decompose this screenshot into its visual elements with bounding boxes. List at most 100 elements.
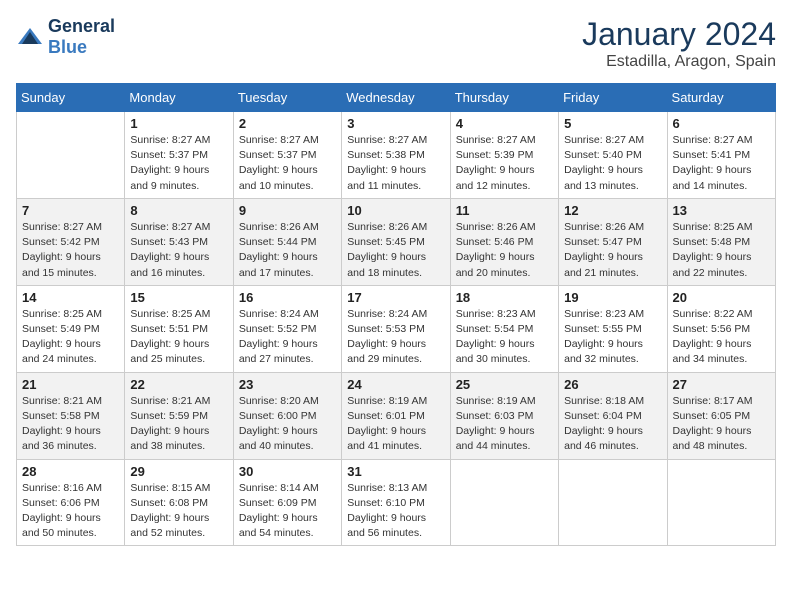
day-number: 11 xyxy=(456,203,553,218)
calendar-cell xyxy=(559,459,667,546)
day-info: Sunrise: 8:17 AMSunset: 6:05 PMDaylight:… xyxy=(673,394,770,455)
calendar-week-row: 1 Sunrise: 8:27 AMSunset: 5:37 PMDaylight… xyxy=(17,112,776,199)
day-info: Sunrise: 8:24 AMSunset: 5:52 PMDaylight:… xyxy=(239,307,336,368)
col-header-thursday: Thursday xyxy=(450,84,558,112)
calendar-cell: 22 Sunrise: 8:21 AMSunset: 5:59 PMDayligh… xyxy=(125,372,233,459)
calendar-cell: 19 Sunrise: 8:23 AMSunset: 5:55 PMDayligh… xyxy=(559,285,667,372)
calendar-cell: 28Sunrise: 8:16 AMSunset: 6:06 PMDayligh… xyxy=(17,459,125,546)
day-info: Sunrise: 8:24 AMSunset: 5:53 PMDaylight:… xyxy=(347,307,444,368)
calendar-cell: 11 Sunrise: 8:26 AMSunset: 5:46 PMDayligh… xyxy=(450,198,558,285)
day-number: 18 xyxy=(456,290,553,305)
logo-blue: Blue xyxy=(48,37,87,57)
day-number: 24 xyxy=(347,377,444,392)
calendar-cell: 3Sunrise: 8:27 AMSunset: 5:38 PMDaylight… xyxy=(342,112,450,199)
day-info: Sunrise: 8:13 AMSunset: 6:10 PMDaylight:… xyxy=(347,481,444,542)
day-info: Sunrise: 8:26 AMSunset: 5:47 PMDaylight:… xyxy=(564,220,661,281)
day-number: 22 xyxy=(130,377,227,392)
calendar-week-row: 21 Sunrise: 8:21 AMSunset: 5:58 PMDayligh… xyxy=(17,372,776,459)
calendar-cell: 16Sunrise: 8:24 AMSunset: 5:52 PMDayligh… xyxy=(233,285,341,372)
calendar-week-row: 7 Sunrise: 8:27 AMSunset: 5:42 PMDaylight… xyxy=(17,198,776,285)
day-info: Sunrise: 8:21 AMSunset: 5:59 PMDaylight:… xyxy=(130,394,227,455)
calendar-cell: 27 Sunrise: 8:17 AMSunset: 6:05 PMDayligh… xyxy=(667,372,775,459)
calendar-week-row: 14 Sunrise: 8:25 AMSunset: 5:49 PMDayligh… xyxy=(17,285,776,372)
calendar-cell: 7 Sunrise: 8:27 AMSunset: 5:42 PMDaylight… xyxy=(17,198,125,285)
calendar-cell: 4 Sunrise: 8:27 AMSunset: 5:39 PMDaylight… xyxy=(450,112,558,199)
col-header-tuesday: Tuesday xyxy=(233,84,341,112)
col-header-monday: Monday xyxy=(125,84,233,112)
day-number: 14 xyxy=(22,290,119,305)
day-number: 20 xyxy=(673,290,770,305)
day-number: 19 xyxy=(564,290,661,305)
day-info: Sunrise: 8:18 AMSunset: 6:04 PMDaylight:… xyxy=(564,394,661,455)
day-number: 10 xyxy=(347,203,444,218)
day-number: 15 xyxy=(130,290,227,305)
day-info: Sunrise: 8:26 AMSunset: 5:44 PMDaylight:… xyxy=(239,220,336,281)
day-info: Sunrise: 8:26 AMSunset: 5:45 PMDaylight:… xyxy=(347,220,444,281)
day-number: 12 xyxy=(564,203,661,218)
day-number: 7 xyxy=(22,203,119,218)
day-info: Sunrise: 8:25 AMSunset: 5:51 PMDaylight:… xyxy=(130,307,227,368)
day-number: 27 xyxy=(673,377,770,392)
calendar-cell: 30Sunrise: 8:14 AMSunset: 6:09 PMDayligh… xyxy=(233,459,341,546)
day-info: Sunrise: 8:27 AMSunset: 5:39 PMDaylight:… xyxy=(456,133,553,194)
day-number: 25 xyxy=(456,377,553,392)
day-number: 21 xyxy=(22,377,119,392)
calendar-cell: 21 Sunrise: 8:21 AMSunset: 5:58 PMDayligh… xyxy=(17,372,125,459)
day-info: Sunrise: 8:25 AMSunset: 5:48 PMDaylight:… xyxy=(673,220,770,281)
calendar-cell: 13 Sunrise: 8:25 AMSunset: 5:48 PMDayligh… xyxy=(667,198,775,285)
page-header: General Blue January 2024 Estadilla, Ara… xyxy=(16,16,776,71)
calendar-cell: 31 Sunrise: 8:13 AMSunset: 6:10 PMDayligh… xyxy=(342,459,450,546)
calendar-cell: 2Sunrise: 8:27 AMSunset: 5:37 PMDaylight… xyxy=(233,112,341,199)
calendar-cell: 10 Sunrise: 8:26 AMSunset: 5:45 PMDayligh… xyxy=(342,198,450,285)
day-info: Sunrise: 8:14 AMSunset: 6:09 PMDaylight:… xyxy=(239,481,336,542)
day-info: Sunrise: 8:27 AMSunset: 5:43 PMDaylight:… xyxy=(130,220,227,281)
day-info: Sunrise: 8:23 AMSunset: 5:55 PMDaylight:… xyxy=(564,307,661,368)
day-info: Sunrise: 8:21 AMSunset: 5:58 PMDaylight:… xyxy=(22,394,119,455)
calendar-cell: 17 Sunrise: 8:24 AMSunset: 5:53 PMDayligh… xyxy=(342,285,450,372)
day-info: Sunrise: 8:20 AMSunset: 6:00 PMDaylight:… xyxy=(239,394,336,455)
logo-icon xyxy=(16,26,44,48)
day-number: 29 xyxy=(130,464,227,479)
day-info: Sunrise: 8:23 AMSunset: 5:54 PMDaylight:… xyxy=(456,307,553,368)
day-info: Sunrise: 8:19 AMSunset: 6:03 PMDaylight:… xyxy=(456,394,553,455)
logo: General Blue xyxy=(16,16,115,58)
logo-general: General xyxy=(48,16,115,36)
day-number: 5 xyxy=(564,116,661,131)
day-number: 4 xyxy=(456,116,553,131)
location-title: Estadilla, Aragon, Spain xyxy=(582,53,776,71)
col-header-wednesday: Wednesday xyxy=(342,84,450,112)
calendar-cell xyxy=(450,459,558,546)
calendar-cell: 29 Sunrise: 8:15 AMSunset: 6:08 PMDayligh… xyxy=(125,459,233,546)
calendar-cell: 6 Sunrise: 8:27 AMSunset: 5:41 PMDaylight… xyxy=(667,112,775,199)
calendar-cell: 5Sunrise: 8:27 AMSunset: 5:40 PMDaylight… xyxy=(559,112,667,199)
calendar-cell: 24Sunrise: 8:19 AMSunset: 6:01 PMDayligh… xyxy=(342,372,450,459)
day-info: Sunrise: 8:27 AMSunset: 5:38 PMDaylight:… xyxy=(347,133,444,194)
col-header-sunday: Sunday xyxy=(17,84,125,112)
day-number: 28 xyxy=(22,464,119,479)
calendar-cell: 14 Sunrise: 8:25 AMSunset: 5:49 PMDayligh… xyxy=(17,285,125,372)
calendar-cell: 20Sunrise: 8:22 AMSunset: 5:56 PMDayligh… xyxy=(667,285,775,372)
day-number: 9 xyxy=(239,203,336,218)
calendar-cell: 12 Sunrise: 8:26 AMSunset: 5:47 PMDayligh… xyxy=(559,198,667,285)
day-number: 31 xyxy=(347,464,444,479)
day-info: Sunrise: 8:15 AMSunset: 6:08 PMDaylight:… xyxy=(130,481,227,542)
day-number: 26 xyxy=(564,377,661,392)
day-info: Sunrise: 8:27 AMSunset: 5:42 PMDaylight:… xyxy=(22,220,119,281)
day-info: Sunrise: 8:27 AMSunset: 5:37 PMDaylight:… xyxy=(130,133,227,194)
calendar-cell: 18 Sunrise: 8:23 AMSunset: 5:54 PMDayligh… xyxy=(450,285,558,372)
calendar-week-row: 28Sunrise: 8:16 AMSunset: 6:06 PMDayligh… xyxy=(17,459,776,546)
calendar-cell xyxy=(667,459,775,546)
calendar-cell: 8Sunrise: 8:27 AMSunset: 5:43 PMDaylight… xyxy=(125,198,233,285)
day-number: 1 xyxy=(130,116,227,131)
day-info: Sunrise: 8:26 AMSunset: 5:46 PMDaylight:… xyxy=(456,220,553,281)
calendar-table: SundayMondayTuesdayWednesdayThursdayFrid… xyxy=(16,83,776,546)
calendar-cell: 23Sunrise: 8:20 AMSunset: 6:00 PMDayligh… xyxy=(233,372,341,459)
calendar-cell: 15 Sunrise: 8:25 AMSunset: 5:51 PMDayligh… xyxy=(125,285,233,372)
day-number: 6 xyxy=(673,116,770,131)
day-number: 2 xyxy=(239,116,336,131)
col-header-saturday: Saturday xyxy=(667,84,775,112)
day-info: Sunrise: 8:25 AMSunset: 5:49 PMDaylight:… xyxy=(22,307,119,368)
day-number: 17 xyxy=(347,290,444,305)
day-info: Sunrise: 8:27 AMSunset: 5:41 PMDaylight:… xyxy=(673,133,770,194)
day-number: 13 xyxy=(673,203,770,218)
